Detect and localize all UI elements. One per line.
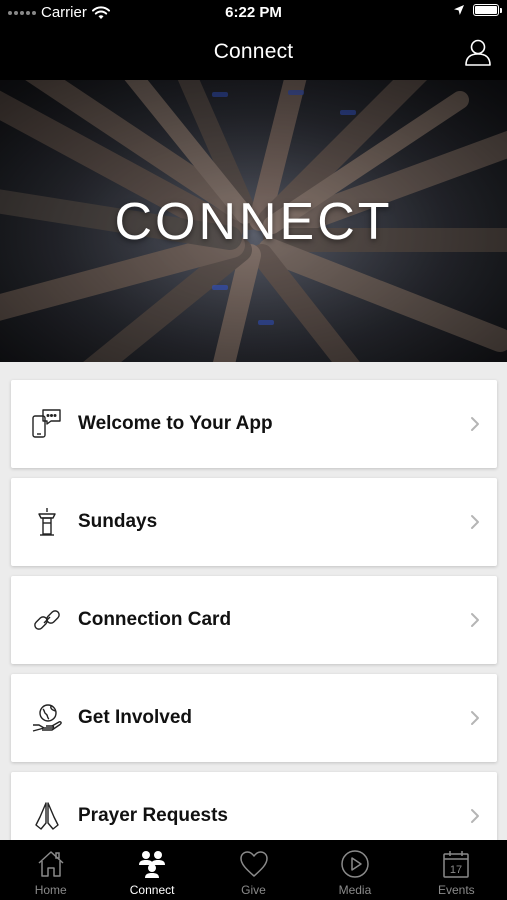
helping-hand-globe-icon <box>30 701 64 735</box>
list-item-label: Connection Card <box>78 609 232 630</box>
tab-label: Connect <box>129 883 175 897</box>
tab-label: Home <box>34 883 67 897</box>
tab-home[interactable]: Home <box>0 840 101 900</box>
chevron-right-icon <box>471 613 479 627</box>
praying-hands-icon <box>30 799 64 833</box>
list-item-label: Welcome to Your App <box>78 413 273 434</box>
list-item-label: Get Involved <box>78 707 193 728</box>
list-item-connection-card[interactable]: Connection Card <box>11 576 497 664</box>
list-item-sundays[interactable]: Sundays <box>11 478 497 566</box>
hero-title: CONNECT <box>114 193 393 251</box>
play-icon <box>341 850 369 878</box>
status-time: 6:22 PM <box>225 4 282 21</box>
pulpit-icon <box>30 505 64 539</box>
calendar-day-number: 17 <box>450 864 462 876</box>
heart-icon <box>239 851 268 877</box>
tab-events[interactable]: 17 Events <box>406 840 507 900</box>
page-title: Connect <box>213 40 294 63</box>
tab-give[interactable]: Give <box>203 840 304 900</box>
calendar-icon: 17 <box>443 851 470 878</box>
hero-banner: CONNECT <box>0 80 507 362</box>
battery-icon <box>473 4 502 16</box>
link-icon <box>30 603 64 637</box>
list-item-get-involved[interactable]: Get Involved <box>11 674 497 762</box>
chevron-right-icon <box>471 711 479 725</box>
chat-phone-icon <box>30 407 64 441</box>
list-item-prayer-requests[interactable]: Prayer Requests <box>11 772 497 840</box>
chevron-right-icon <box>471 417 479 431</box>
home-icon <box>38 851 64 877</box>
status-bar: Carrier 6:22 PM <box>0 0 507 26</box>
tab-label: Events <box>437 883 475 897</box>
status-right <box>453 4 502 16</box>
tab-connect[interactable]: Connect <box>101 840 202 900</box>
list-item-label: Sundays <box>78 511 158 532</box>
menu-list[interactable]: Welcome to Your App Sundays Connection C… <box>0 362 507 840</box>
tab-label: Give <box>241 883 266 897</box>
profile-icon[interactable] <box>463 37 493 67</box>
list-item-label: Prayer Requests <box>78 805 228 826</box>
location-arrow-icon <box>454 5 464 15</box>
chevron-right-icon <box>471 809 479 823</box>
chevron-right-icon <box>471 515 479 529</box>
navigation-bar: Connect <box>0 26 507 80</box>
list-item-welcome[interactable]: Welcome to Your App <box>11 380 497 468</box>
people-icon <box>139 851 166 878</box>
tab-media[interactable]: Media <box>304 840 405 900</box>
tab-label: Media <box>338 883 372 897</box>
tab-bar: Home Connect Give Media 17 Events <box>0 840 507 900</box>
